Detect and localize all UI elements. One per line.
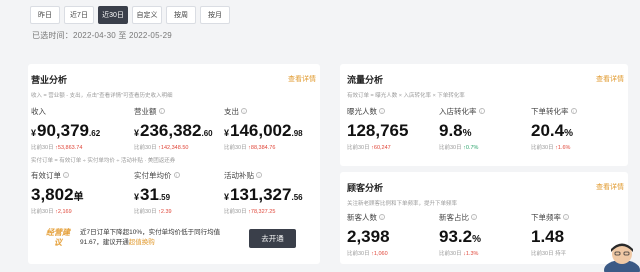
flow-details-link[interactable]: 查看详情 xyxy=(596,74,624,84)
metric-compare: 比前30日 ↑1.6% xyxy=(531,145,571,151)
date-range-tabs: 昨日 近7日 近30日 自定义 按周 按月 xyxy=(30,6,230,24)
customer-desc: 关注新老顾客比例和下单频率，提升下单频率 xyxy=(347,201,458,207)
selected-range-label: 已选时间：2022-04-30 至 2022-05-29 xyxy=(32,31,172,40)
info-icon[interactable]: i xyxy=(563,214,569,220)
customer-analysis-card: 顾客分析 查看详情 关注新老顾客比例和下单频率，提升下单频率 新客人数 i 2,3… xyxy=(340,172,628,264)
info-icon[interactable]: i xyxy=(379,108,385,114)
metric-compare: 比前30日 ↑78,327.25 xyxy=(224,209,276,215)
metric-activity-subsidy: 活动补贴 i ¥131,327.56 比前30日 ↑78,327.25 xyxy=(224,170,303,215)
metric-compare: 比前30日 持平 xyxy=(531,251,567,257)
metric-label: 新客人数 i xyxy=(347,212,390,223)
metric-value: 3,802单 xyxy=(31,185,84,204)
flow-analysis-card: 流量分析 查看详情 有效订单 = 曝光人数 × 入店转化率 × 下单转化率 曝光… xyxy=(340,64,628,166)
info-icon[interactable]: i xyxy=(256,172,262,178)
metric-value: 2,398 xyxy=(347,227,390,246)
info-icon[interactable]: i xyxy=(379,214,385,220)
metric-label: 实付单均价 i xyxy=(134,170,180,181)
tab-last-30-days[interactable]: 近30日 xyxy=(98,6,128,24)
metric-compare: 比前30日 ↑2,169 xyxy=(31,209,72,215)
metric-compare: 比前30日 ↑142,348.50 xyxy=(134,145,189,151)
metric-new-customer-share: 新客占比 i 93.2% 比前30日 ↓1.3% xyxy=(439,212,481,257)
metric-label: 入店转化率 i xyxy=(439,106,485,117)
metric-expense: 支出 i ¥146,002.98 比前30日 ↑88,384.76 xyxy=(224,106,303,151)
business-suggestion-banner: 经营建议 近7日订单下降超10%，实付单均价低于同行均值 91.67，建议开通超… xyxy=(36,224,306,254)
avatar-icon xyxy=(600,240,640,272)
metric-value: 9.8% xyxy=(439,121,472,140)
metric-value: 93.2% xyxy=(439,227,481,246)
business-analysis-title: 营业分析 xyxy=(31,75,68,85)
info-icon[interactable]: i xyxy=(63,172,69,178)
metric-compare: 比前30日 ↑88,384.76 xyxy=(224,145,276,151)
tab-by-week[interactable]: 按周 xyxy=(166,6,196,24)
metric-valid-orders: 有效订单 i 3,802单 比前30日 ↑2,169 xyxy=(31,170,84,215)
customer-details-link[interactable]: 查看详情 xyxy=(596,182,624,192)
metric-income: 收入 ¥90,379.62 比前30日 ↑53,863.74 xyxy=(31,106,100,151)
flow-desc: 有效订单 = 曝光人数 × 入店转化率 × 下单转化率 xyxy=(347,93,465,99)
metric-compare: 比前30日 ↑1,060 xyxy=(347,251,388,257)
metric-label: 下单转化率 i xyxy=(531,106,577,117)
metric-value: ¥90,379.62 xyxy=(31,121,101,140)
metric-order-conversion: 下单转化率 i 20.4% 比前30日 ↑1.6% xyxy=(531,106,577,151)
metric-new-customers: 新客人数 i 2,398 比前30日 ↑1,060 xyxy=(347,212,390,257)
metric-label: 下单频率 i xyxy=(531,212,569,223)
metric-store-conversion: 入店转化率 i 9.8% 比前30日 ↑0.7% xyxy=(439,106,485,151)
metric-label: 活动补贴 i xyxy=(224,170,303,181)
metric-compare: 比前30日 ↑0.7% xyxy=(439,145,479,151)
info-icon[interactable]: i xyxy=(478,108,485,114)
metric-label: 营业额 i xyxy=(134,106,213,117)
metric-value: 20.4% xyxy=(531,121,573,140)
metric-compare: 比前30日 ↑2.39 xyxy=(134,209,172,215)
customer-analysis-title: 顾客分析 xyxy=(347,183,384,193)
open-button[interactable]: 去开通 xyxy=(249,229,296,248)
business-desc-2: 实付订单 = 有效订单 ÷ 实付单均价 ÷ 活动补贴 · 美团返还券 xyxy=(31,158,176,164)
metric-compare: 比前30日 ↑53,863.74 xyxy=(31,145,83,151)
metric-value: ¥31.59 xyxy=(134,185,171,204)
business-details-link[interactable]: 查看详情 xyxy=(288,74,316,84)
metric-order-frequency: 下单频率 i 1.48 比前30日 持平 xyxy=(531,212,569,257)
metric-exposure: 曝光人数 i 128,765 比前30日 ↑60,247 xyxy=(347,106,408,151)
metric-turnover: 营业额 i ¥236,382.60 比前30日 ↑142,348.50 xyxy=(134,106,213,151)
metric-label: 有效订单 i xyxy=(31,170,84,181)
tab-by-month[interactable]: 按月 xyxy=(200,6,230,24)
metric-label: 曝光人数 i xyxy=(347,106,408,117)
suggestion-text: 近7日订单下降超10%，实付单均价低于同行均值 91.67，建议开通超值换购 xyxy=(80,229,221,246)
business-desc-1: 收入 = 营业额 - 支出，点击"查看详情"可查看历史收入明细 xyxy=(31,93,173,99)
metric-value: ¥236,382.60 xyxy=(134,121,213,140)
info-icon[interactable]: i xyxy=(158,108,165,114)
metric-avg-order-price: 实付单均价 i ¥31.59 比前30日 ↑2.39 xyxy=(134,170,180,215)
flow-analysis-title: 流量分析 xyxy=(347,75,384,85)
tab-last-7-days[interactable]: 近7日 xyxy=(64,6,94,24)
metric-value: ¥146,002.98 xyxy=(224,121,303,140)
metric-value: 1.48 xyxy=(531,227,565,246)
info-icon[interactable]: i xyxy=(241,108,247,114)
metric-label: 新客占比 i xyxy=(439,212,481,223)
tab-custom[interactable]: 自定义 xyxy=(132,6,162,24)
info-icon[interactable]: i xyxy=(570,108,577,114)
info-icon[interactable]: i xyxy=(471,214,477,220)
metric-compare: 比前30日 ↑60,247 xyxy=(347,145,391,151)
tab-yesterday[interactable]: 昨日 xyxy=(30,6,60,24)
metric-compare: 比前30日 ↓1.3% xyxy=(439,251,479,257)
info-icon[interactable]: i xyxy=(173,172,180,178)
metric-label: 支出 i xyxy=(224,106,303,117)
metric-label: 收入 xyxy=(31,107,46,116)
suggestion-logo: 经营建议 xyxy=(46,228,70,247)
metric-value: ¥131,327.56 xyxy=(224,185,303,204)
metric-value: 128,765 xyxy=(347,121,409,140)
